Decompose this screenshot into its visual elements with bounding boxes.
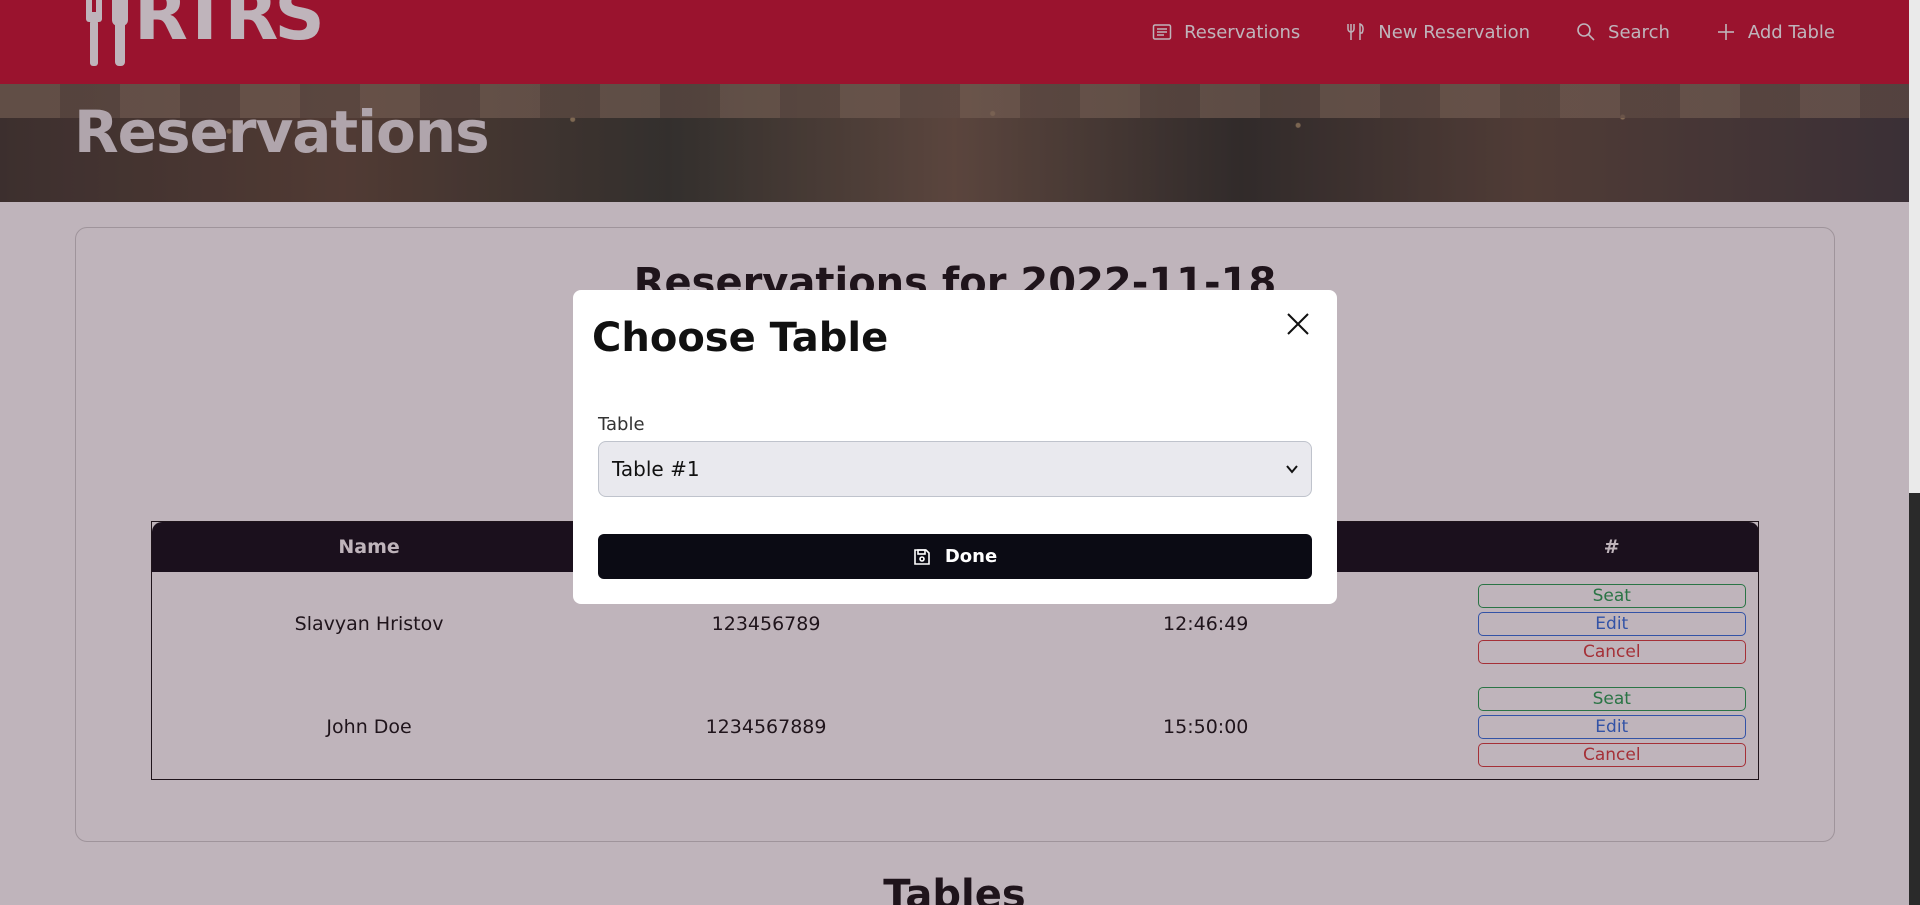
chevron-down-icon: [1286, 465, 1298, 474]
scrollbar-track[interactable]: [1909, 0, 1920, 905]
modal-title: Choose Table: [592, 315, 889, 361]
done-button-label: Done: [944, 546, 998, 567]
table-field-label: Table: [598, 414, 645, 435]
scrollbar-thumb[interactable]: [1909, 493, 1920, 905]
close-button[interactable]: [1281, 307, 1315, 341]
done-button[interactable]: Done: [598, 534, 1312, 579]
table-select[interactable]: Table #1: [598, 441, 1312, 497]
close-icon: [1287, 313, 1309, 335]
save-icon: [914, 548, 930, 565]
choose-table-modal: Choose Table Table Table #1 Done: [573, 290, 1337, 604]
table-select-value: Table #1: [612, 457, 700, 481]
